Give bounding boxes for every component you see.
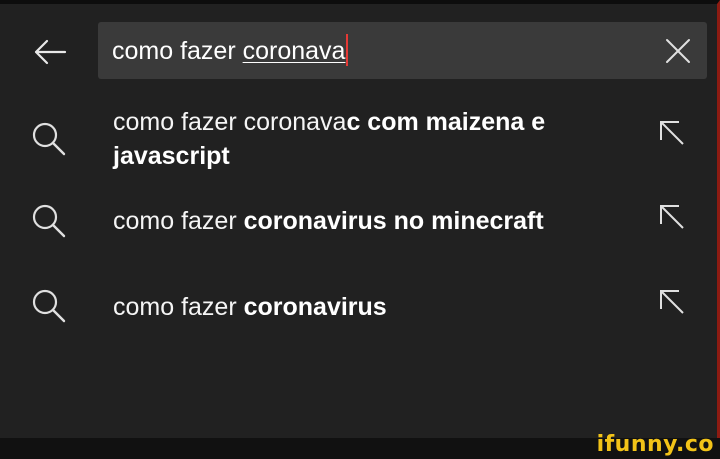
search-input[interactable]: como fazer coronava: [112, 31, 349, 71]
suggestion-text: como fazer coronavirus no minecraft: [113, 204, 643, 238]
search-box[interactable]: como fazer coronava: [98, 22, 707, 79]
ifunny-watermark: ifunny.co: [596, 432, 714, 457]
suggestion-item[interactable]: como fazer coronavac com maizena e javas…: [0, 102, 706, 182]
search-icon: [32, 289, 66, 323]
text-caret: [346, 34, 349, 67]
suggestion-plain: como fazer coronava: [113, 108, 347, 136]
arrow-up-left-icon: [660, 290, 684, 314]
suggestion-item[interactable]: como fazer coronavirus no minecraft: [0, 194, 706, 250]
fill-query-button[interactable]: [655, 200, 689, 234]
arrow-up-left-icon: [660, 205, 684, 229]
suggestion-text: como fazer coronavirus: [113, 290, 643, 324]
suggestion-plain: como fazer: [113, 207, 244, 235]
search-query-typed: coronava: [242, 37, 346, 65]
close-icon: [666, 39, 690, 63]
suggestion-bold: coronavirus no minecraft: [243, 207, 544, 235]
back-button[interactable]: [24, 28, 76, 76]
fill-query-button[interactable]: [655, 285, 689, 319]
search-icon: [32, 122, 66, 156]
fill-query-button[interactable]: [655, 116, 689, 150]
search-screen: como fazer coronava como fazer coronavac…: [0, 0, 720, 438]
suggestion-plain: como fazer: [113, 293, 244, 321]
search-query-prefix: como fazer: [112, 37, 243, 65]
search-icon: [32, 204, 66, 238]
suggestion-text: como fazer coronavac com maizena e javas…: [113, 105, 643, 173]
arrow-up-left-icon: [660, 121, 684, 145]
clear-search-button[interactable]: [663, 36, 693, 66]
suggestion-item[interactable]: como fazer coronavirus: [0, 279, 706, 335]
arrow-left-icon: [34, 39, 67, 65]
suggestion-bold: coronavirus: [243, 293, 387, 321]
